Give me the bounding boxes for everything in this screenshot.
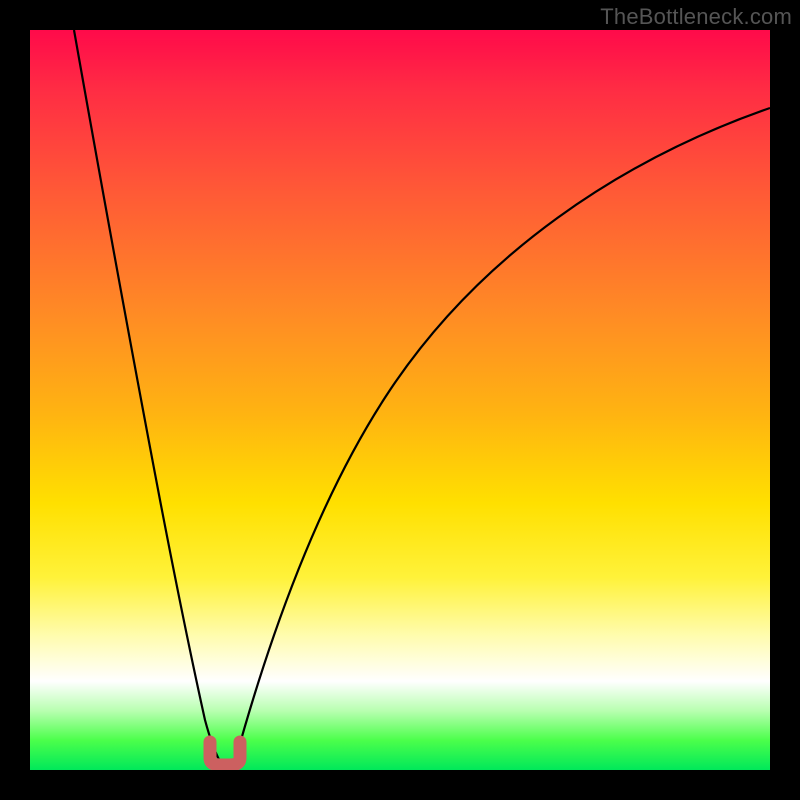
curve-right-branch xyxy=(234,108,770,765)
chart-canvas: TheBottleneck.com xyxy=(0,0,800,800)
curve-left-branch xyxy=(74,30,222,765)
minimum-marker xyxy=(210,742,240,765)
plot-area xyxy=(30,30,770,770)
curve-layer xyxy=(30,30,770,770)
watermark-text: TheBottleneck.com xyxy=(600,4,792,30)
